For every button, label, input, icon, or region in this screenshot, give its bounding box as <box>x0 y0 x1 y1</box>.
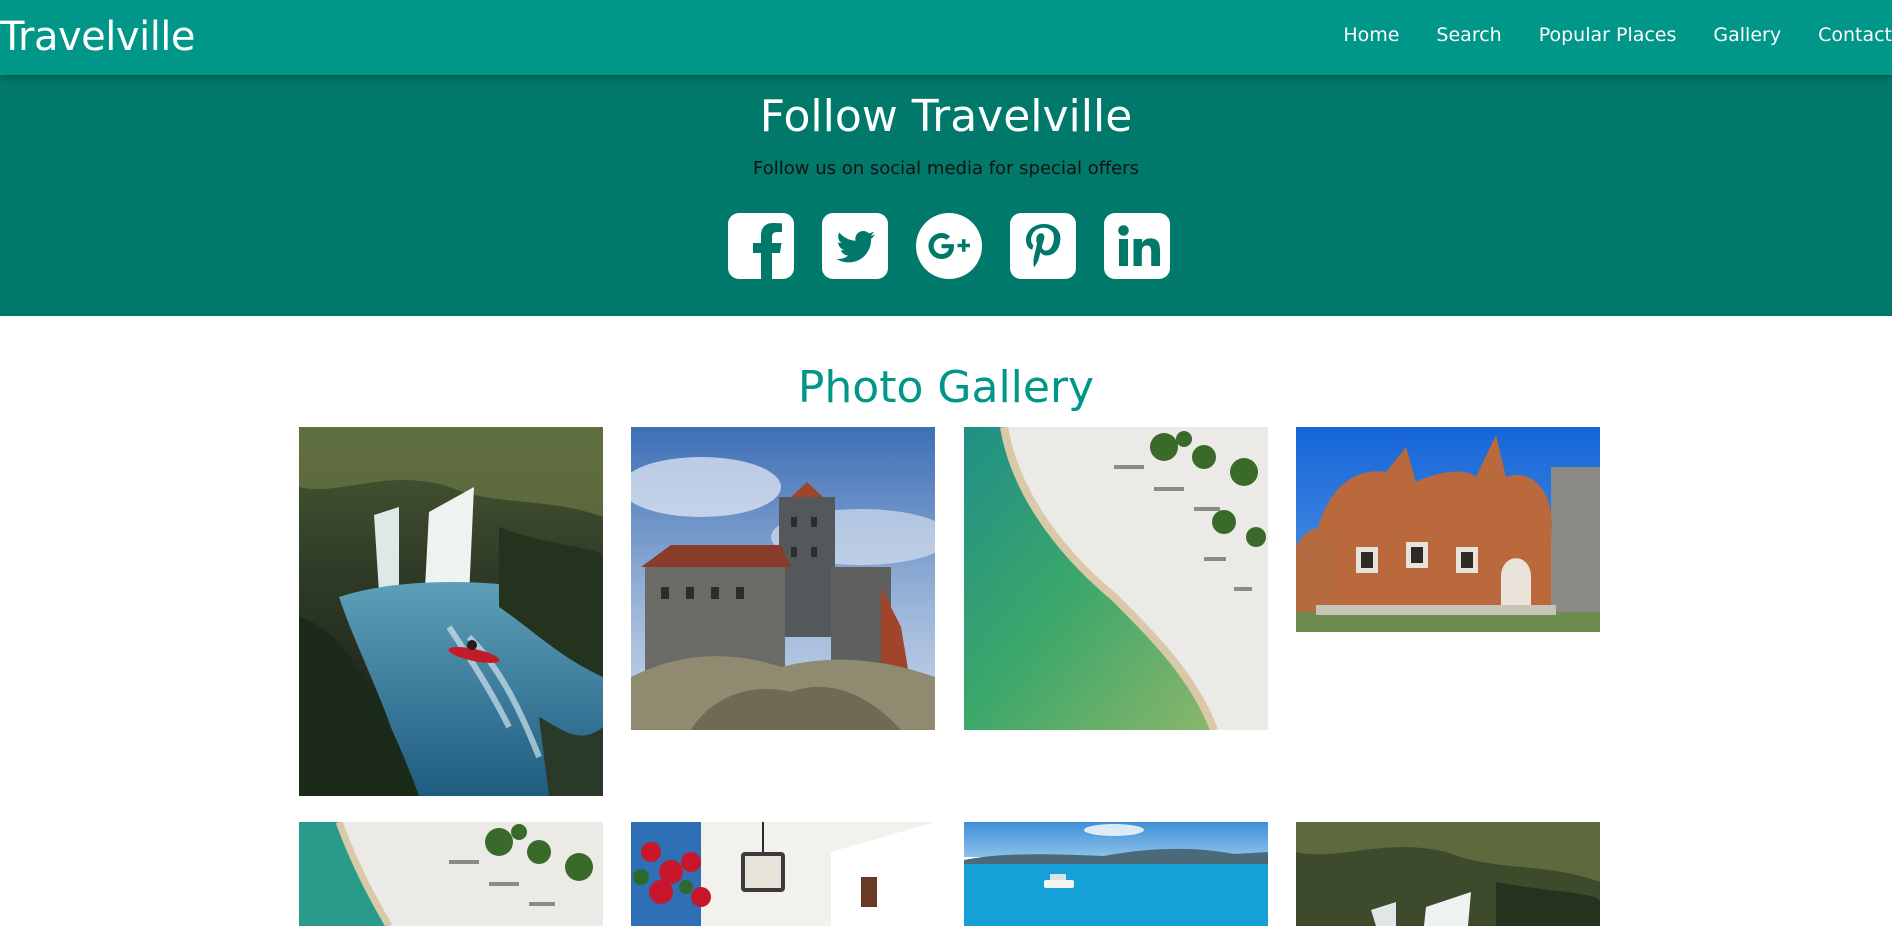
navbar: Travelville Home Search Popular Places G… <box>0 0 1892 75</box>
facebook-icon[interactable] <box>728 213 794 279</box>
brand-logo[interactable]: Travelville <box>0 14 196 60</box>
gallery-title: Photo Gallery <box>797 362 1095 413</box>
linkedin-icon[interactable] <box>1104 213 1170 279</box>
nav-links: Home Search Popular Places Gallery Conta… <box>1306 22 1892 48</box>
nav-contact[interactable]: Contact <box>1818 22 1892 48</box>
photo-waterfall[interactable] <box>1296 822 1600 926</box>
photo-waterfall-kayak[interactable] <box>299 427 603 796</box>
nav-search[interactable]: Search <box>1436 22 1501 48</box>
photo-beach-aerial-2[interactable] <box>299 822 603 926</box>
nav-home[interactable]: Home <box>1343 22 1399 48</box>
photo-flower-street[interactable] <box>631 822 935 926</box>
follow-title: Follow Travelville <box>759 91 1133 142</box>
twitter-icon[interactable] <box>822 213 888 279</box>
google-plus-icon[interactable] <box>916 213 982 279</box>
photo-beach-aerial[interactable] <box>964 427 1268 730</box>
follow-subtitle: Follow us on social media for special of… <box>753 158 1139 179</box>
nav-popular-places[interactable]: Popular Places <box>1539 22 1677 48</box>
follow-section: Follow Travelville Follow us on social m… <box>0 75 1892 316</box>
social-links <box>728 213 1170 279</box>
photo-castle[interactable] <box>631 427 935 730</box>
photo-sea-boat[interactable] <box>964 822 1268 926</box>
pinterest-icon[interactable] <box>1010 213 1076 279</box>
nav-gallery[interactable]: Gallery <box>1713 22 1781 48</box>
photo-clay-castle[interactable] <box>1296 427 1600 632</box>
